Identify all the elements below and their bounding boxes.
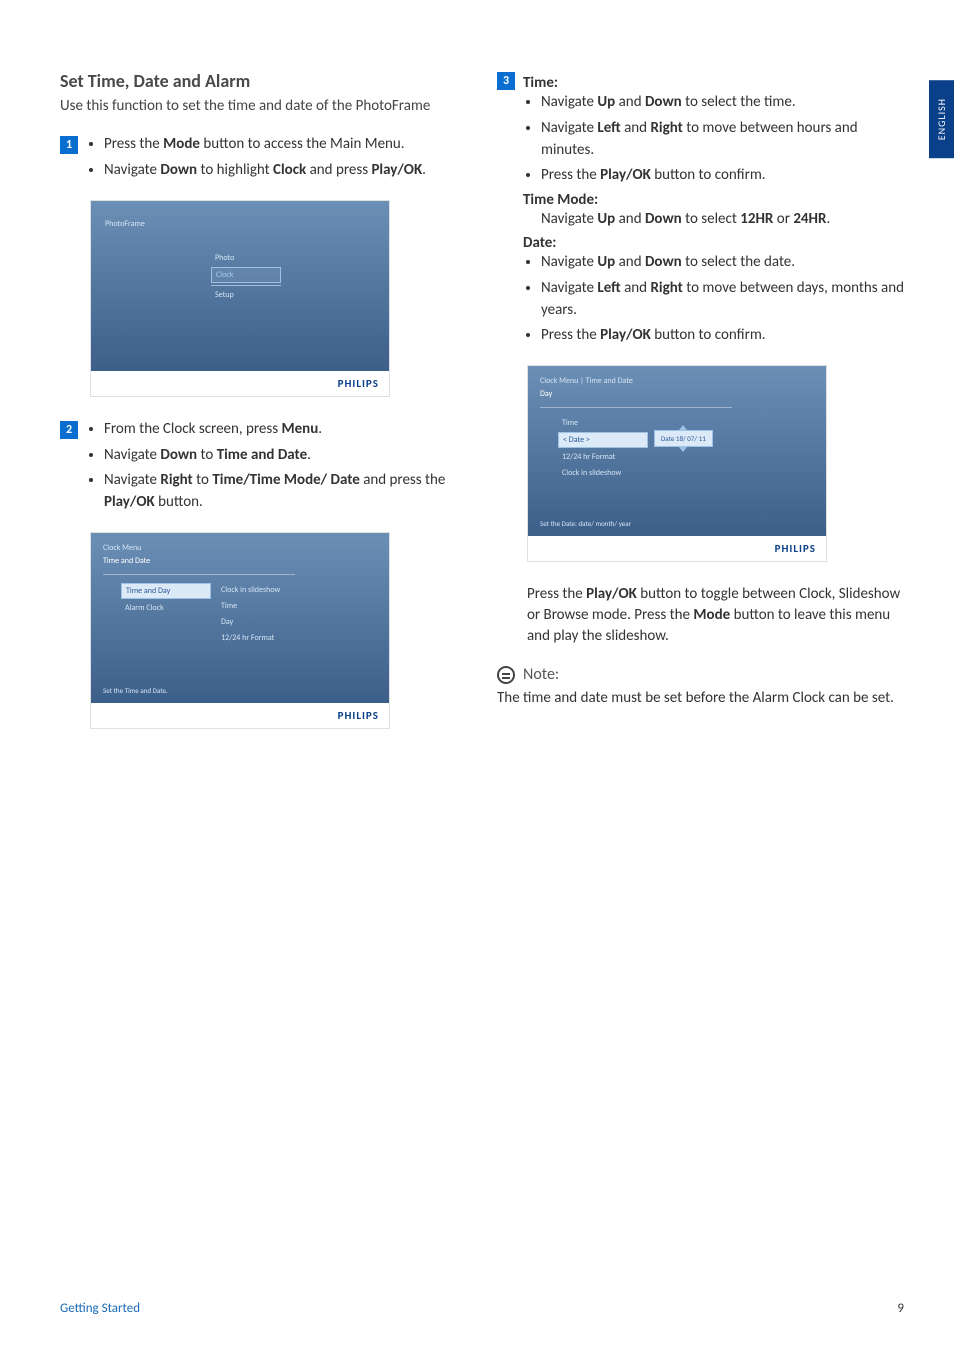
intro-text: Use this function to set the time and da… bbox=[60, 96, 467, 116]
date-bullet2: Navigate Left and Right to move between … bbox=[541, 278, 904, 322]
menu-item-1224-format: 12/24 hr Format bbox=[558, 450, 648, 464]
time-bullet3: Press the Play/OK button to confirm. bbox=[541, 165, 904, 187]
step-2: 2 From the Clock screen, press Menu. Nav… bbox=[60, 419, 467, 518]
screenshot-clock-menu: Clock Menu Time and Date Time and Day Al… bbox=[90, 532, 390, 729]
step-number: 2 bbox=[60, 421, 78, 439]
step2-bullet3: Navigate Right to Time/Time Mode/ Date a… bbox=[104, 470, 467, 514]
step1-bullet1: Press the Mode button to access the Main… bbox=[104, 134, 467, 156]
selected-row: Day bbox=[540, 389, 552, 399]
selected-row: Time and Date bbox=[103, 556, 150, 566]
submenu-day: Day bbox=[217, 615, 307, 629]
date-value: Date 18/ 07/ 11 bbox=[654, 430, 713, 447]
language-tab: ENGLISH bbox=[929, 80, 954, 158]
page-footer: Getting Started 9 bbox=[60, 1301, 904, 1316]
brand-logo: PHILIPS bbox=[91, 703, 389, 728]
note-row: Note: bbox=[497, 665, 904, 684]
time-heading: Time: bbox=[523, 74, 904, 92]
time-mode-heading: Time Mode: bbox=[523, 191, 904, 209]
step-3: 3 Time: Navigate Up and Down to select t… bbox=[497, 70, 904, 351]
brand-logo: PHILIPS bbox=[528, 536, 826, 561]
date-bullet1: Navigate Up and Down to select the date. bbox=[541, 252, 904, 274]
after-text: Press the Play/OK button to toggle betwe… bbox=[527, 584, 904, 647]
footer-section: Getting Started bbox=[60, 1301, 140, 1316]
page-number: 9 bbox=[897, 1301, 904, 1316]
note-label: Note: bbox=[523, 665, 559, 684]
date-bullet3: Press the Play/OK button to confirm. bbox=[541, 325, 904, 347]
step-1: 1 Press the Mode button to access the Ma… bbox=[60, 134, 467, 186]
brand-logo: PHILIPS bbox=[91, 371, 389, 396]
step1-bullet2: Navigate Down to highlight Clock and pre… bbox=[104, 160, 467, 182]
breadcrumb: Clock Menu bbox=[103, 543, 377, 553]
time-mode-text: Navigate Up and Down to select 12HR or 2… bbox=[541, 209, 904, 230]
screenshot-main-menu: PhotoFrame Photo Clock Setup PHILIPS bbox=[90, 200, 390, 397]
breadcrumb: Clock Menu | Time and Date bbox=[540, 376, 814, 386]
submenu-1224-format: 12/24 hr Format bbox=[217, 631, 307, 645]
photoframe-label: PhotoFrame bbox=[105, 219, 145, 229]
menu-item-photo: Photo bbox=[211, 251, 281, 265]
section-heading: Set Time, Date and Alarm bbox=[60, 70, 467, 92]
time-bullet2: Navigate Left and Right to move between … bbox=[541, 118, 904, 162]
submenu-time: Time bbox=[217, 599, 307, 613]
note-icon bbox=[497, 666, 515, 684]
step-number: 3 bbox=[497, 72, 515, 90]
hint-text: Set the Time and Date. bbox=[103, 686, 168, 695]
menu-item-time-and-day: Time and Day bbox=[121, 583, 211, 599]
menu-item-setup: Setup bbox=[211, 288, 281, 302]
submenu-clock-in-slideshow: Clock in slideshow bbox=[217, 583, 307, 597]
step2-bullet1: From the Clock screen, press Menu. bbox=[104, 419, 467, 441]
time-bullet1: Navigate Up and Down to select the time. bbox=[541, 92, 904, 114]
step-number: 1 bbox=[60, 136, 78, 154]
note-text: The time and date must be set before the… bbox=[497, 688, 904, 709]
left-column: Set Time, Date and Alarm Use this functi… bbox=[60, 70, 467, 751]
menu-item-alarm-clock: Alarm Clock bbox=[121, 601, 211, 615]
content-columns: Set Time, Date and Alarm Use this functi… bbox=[60, 70, 904, 751]
menu-item-date: < Date > bbox=[558, 432, 648, 448]
menu-item-clock-in-slideshow: Clock in slideshow bbox=[558, 466, 648, 480]
menu-item-clock: Clock bbox=[211, 267, 281, 283]
screenshot-date-edit: Clock Menu | Time and Date Day Time < Da… bbox=[527, 365, 827, 562]
menu-item-time: Time bbox=[558, 416, 648, 430]
date-heading: Date: bbox=[523, 234, 904, 252]
right-column: 3 Time: Navigate Up and Down to select t… bbox=[497, 70, 904, 751]
hint-text: Set the Date: date/ month/ year bbox=[540, 519, 631, 528]
step2-bullet2: Navigate Down to Time and Date. bbox=[104, 445, 467, 467]
